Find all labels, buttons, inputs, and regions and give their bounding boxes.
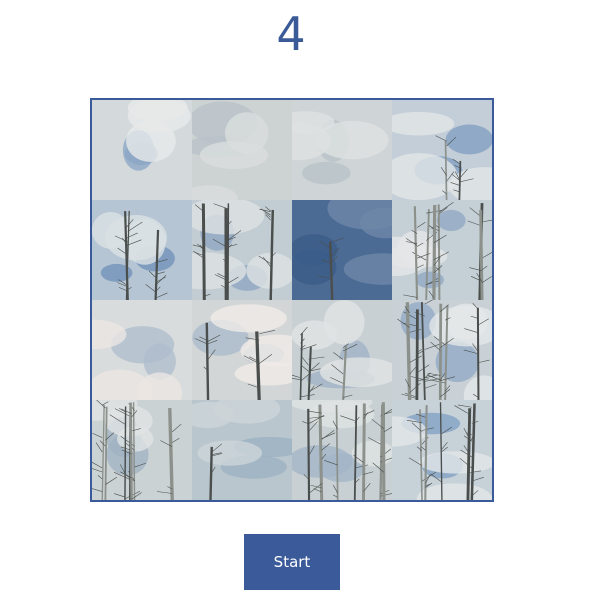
- tile-image: [392, 400, 492, 500]
- puzzle-tile[interactable]: [392, 200, 492, 300]
- puzzle-tile[interactable]: [392, 100, 492, 200]
- start-button[interactable]: Start: [244, 534, 340, 590]
- tile-image: [392, 200, 492, 300]
- tile-image: [192, 400, 292, 500]
- tile-image: [92, 200, 192, 300]
- tile-image: [92, 300, 192, 400]
- puzzle-tile[interactable]: [192, 200, 292, 300]
- puzzle-tile[interactable]: [292, 200, 392, 300]
- puzzle-tile[interactable]: [92, 200, 192, 300]
- puzzle-board[interactable]: [90, 98, 494, 502]
- tile-image: [292, 300, 392, 400]
- tile-image: [192, 100, 292, 200]
- tile-image: [192, 200, 292, 300]
- tile-image: [292, 400, 392, 500]
- tile-image: [392, 300, 492, 400]
- puzzle-tile[interactable]: [92, 400, 192, 500]
- puzzle-tile[interactable]: [292, 300, 392, 400]
- puzzle-tile[interactable]: [292, 400, 392, 500]
- puzzle-tile[interactable]: [292, 100, 392, 200]
- tile-image: [92, 400, 192, 500]
- puzzle-tile[interactable]: [392, 300, 492, 400]
- puzzle-tile[interactable]: [92, 100, 192, 200]
- move-counter: 4: [276, 7, 306, 61]
- tile-image: [92, 100, 192, 200]
- puzzle-page: 4 Start: [0, 0, 600, 600]
- puzzle-tile[interactable]: [392, 400, 492, 500]
- tile-image: [292, 200, 392, 300]
- puzzle-tile[interactable]: [192, 300, 292, 400]
- tile-image: [392, 100, 492, 200]
- tile-image: [192, 300, 292, 400]
- puzzle-tile[interactable]: [92, 300, 192, 400]
- puzzle-tile[interactable]: [192, 100, 292, 200]
- puzzle-tile[interactable]: [192, 400, 292, 500]
- tile-image: [292, 100, 392, 200]
